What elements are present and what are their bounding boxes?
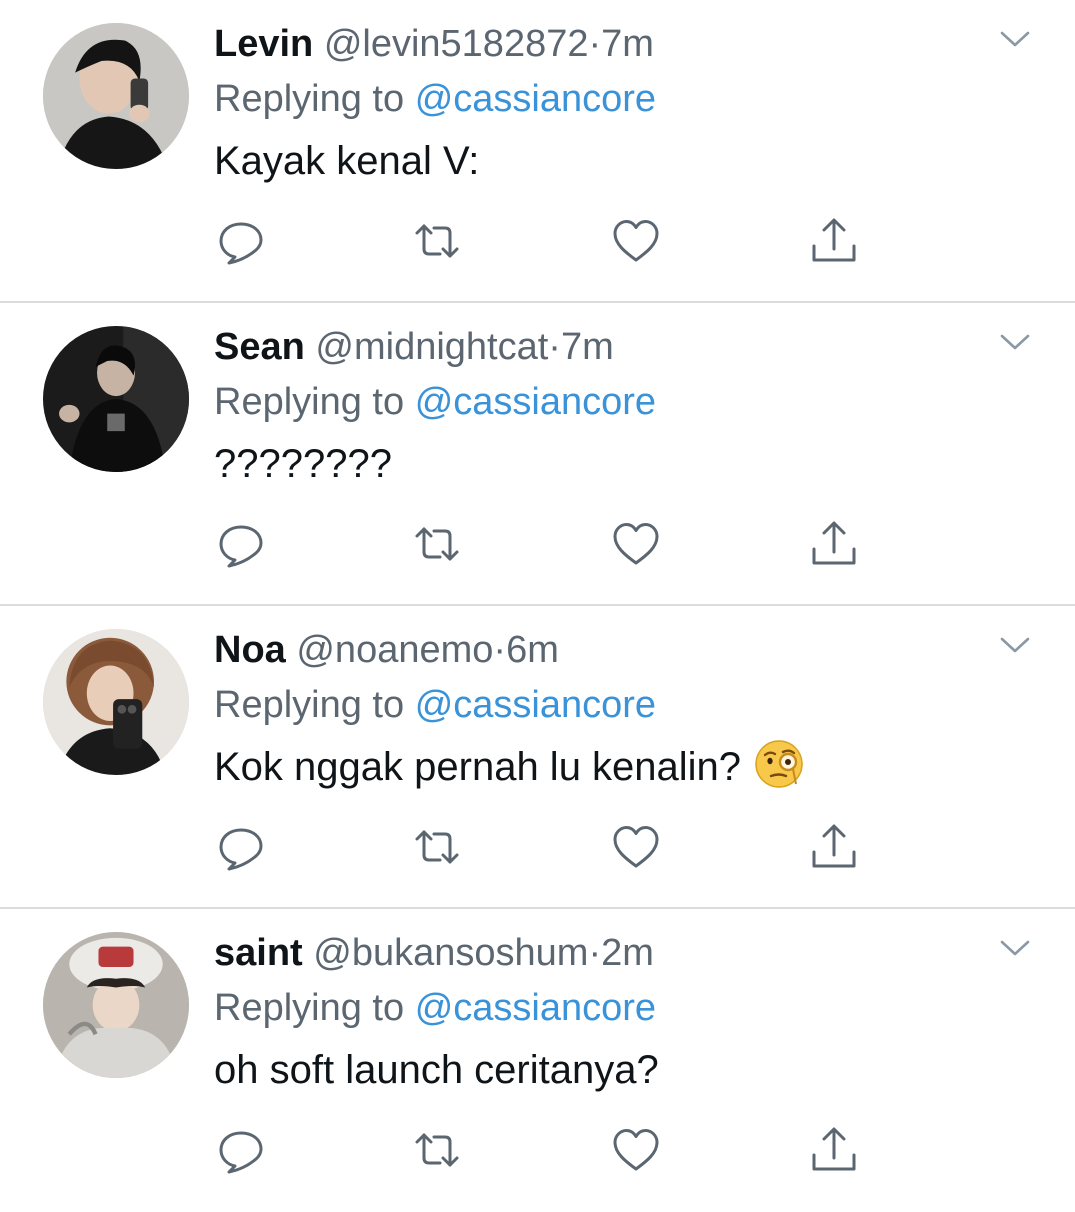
avatar[interactable] — [43, 629, 189, 775]
avatar[interactable] — [43, 23, 189, 169]
replying-to-link[interactable]: @cassiancore — [415, 684, 656, 726]
tweet-text: oh soft launch ceritanya? — [214, 1048, 659, 1092]
share-icon[interactable] — [809, 519, 859, 569]
reply-icon[interactable] — [216, 822, 266, 872]
face-with-monocle-emoji — [753, 738, 805, 790]
replying-to-link[interactable]: @cassiancore — [415, 78, 656, 120]
separator-dot: · — [588, 23, 602, 65]
replying-to-link[interactable]: @cassiancore — [415, 381, 656, 423]
like-icon[interactable] — [611, 216, 661, 266]
timestamp[interactable]: 7m — [601, 23, 654, 65]
tweet-text-row: Kok nggak pernah lu kenalin? — [214, 734, 1035, 800]
display-name[interactable]: Levin — [214, 23, 313, 65]
reply-feed: Levin @levin5182872·7m Replying to @cass… — [0, 0, 1075, 1200]
like-icon[interactable] — [611, 519, 661, 569]
user-handle[interactable]: @levin5182872 — [324, 23, 589, 65]
chevron-down-icon[interactable] — [999, 28, 1031, 50]
tweet-reply[interactable]: Noa @noanemo·6m Replying to @cassiancore… — [0, 606, 1075, 909]
avatar-photo — [43, 326, 189, 472]
avatar-photo — [43, 629, 189, 775]
action-bar — [214, 822, 874, 872]
timestamp[interactable]: 2m — [601, 932, 654, 974]
separator-dot: · — [493, 629, 507, 671]
retweet-icon[interactable] — [412, 216, 462, 266]
replying-label: Replying to — [214, 381, 405, 423]
chevron-down-icon[interactable] — [999, 331, 1031, 353]
tweet-reply[interactable]: Levin @levin5182872·7m Replying to @cass… — [0, 0, 1075, 303]
reply-icon[interactable] — [216, 1125, 266, 1175]
replying-to-link[interactable]: @cassiancore — [415, 987, 656, 1029]
replying-label: Replying to — [214, 684, 405, 726]
user-handle[interactable]: @midnightcat — [315, 326, 548, 368]
share-icon[interactable] — [809, 216, 859, 266]
separator-dot: · — [588, 932, 602, 974]
avatar[interactable] — [43, 932, 189, 1078]
replying-label: Replying to — [214, 78, 405, 120]
retweet-icon[interactable] — [412, 519, 462, 569]
retweet-icon[interactable] — [412, 1125, 462, 1175]
display-name[interactable]: Sean — [214, 326, 305, 368]
action-bar — [214, 216, 874, 266]
user-handle[interactable]: @bukansoshum — [313, 932, 588, 974]
tweet-reply[interactable]: saint @bukansoshum·2m Replying to @cassi… — [0, 909, 1075, 1212]
reply-icon[interactable] — [216, 216, 266, 266]
display-name[interactable]: saint — [214, 932, 303, 974]
avatar-photo — [43, 23, 189, 169]
avatar-photo — [43, 932, 189, 1078]
timestamp[interactable]: 7m — [561, 326, 614, 368]
reply-icon[interactable] — [216, 519, 266, 569]
avatar[interactable] — [43, 326, 189, 472]
display-name[interactable]: Noa — [214, 629, 286, 671]
chevron-down-icon[interactable] — [999, 937, 1031, 959]
action-bar — [214, 519, 874, 569]
share-icon[interactable] — [809, 1125, 859, 1175]
retweet-icon[interactable] — [412, 822, 462, 872]
tweet-text: Kayak kenal V: — [214, 139, 480, 183]
replying-label: Replying to — [214, 987, 405, 1029]
separator-dot: · — [548, 326, 561, 368]
tweet-reply[interactable]: Sean @midnightcat·7m Replying to @cassia… — [0, 303, 1075, 606]
share-icon[interactable] — [809, 822, 859, 872]
like-icon[interactable] — [611, 822, 661, 872]
chevron-down-icon[interactable] — [999, 634, 1031, 656]
user-handle[interactable]: @noanemo — [296, 629, 493, 671]
tweet-text: ???????? — [214, 442, 392, 486]
action-bar — [214, 1125, 874, 1175]
like-icon[interactable] — [611, 1125, 661, 1175]
tweet-text: Kok nggak pernah lu kenalin? — [214, 745, 742, 789]
timestamp[interactable]: 6m — [506, 629, 559, 671]
